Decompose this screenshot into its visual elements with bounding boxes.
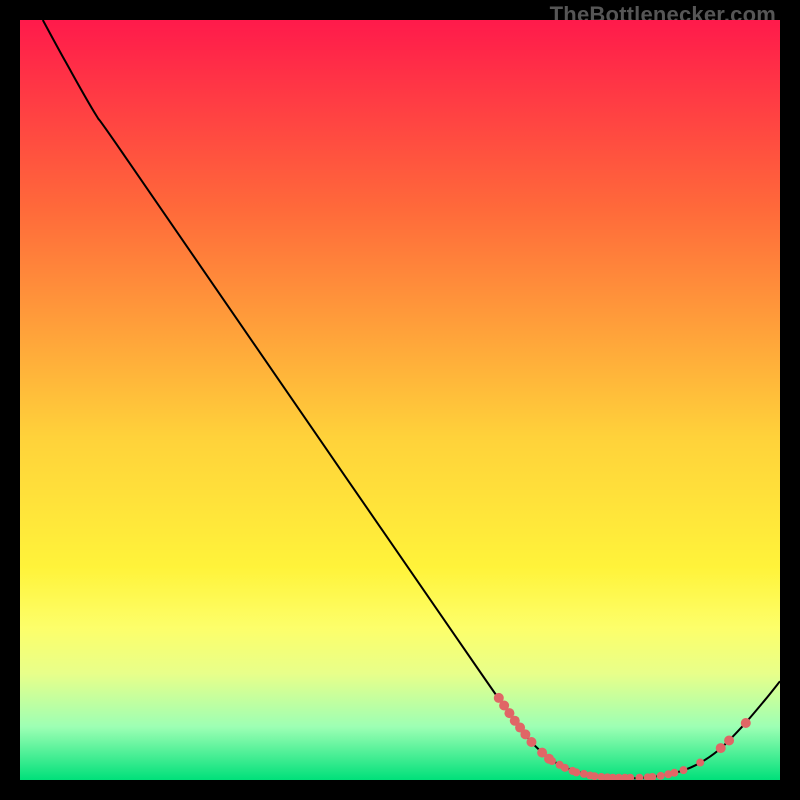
curve-marker [696, 759, 704, 767]
curve-marker [741, 718, 751, 728]
curve-marker [561, 764, 569, 772]
chart-frame [20, 20, 780, 780]
curve-marker [657, 772, 665, 780]
curve-marker [724, 735, 734, 745]
chart-background [20, 20, 780, 780]
curve-marker [548, 757, 556, 765]
bottleneck-chart [20, 20, 780, 780]
curve-marker [526, 737, 536, 747]
curve-marker [670, 769, 678, 777]
curve-marker [591, 772, 599, 780]
curve-marker [716, 743, 726, 753]
curve-marker [679, 766, 687, 774]
curve-marker [572, 768, 580, 776]
